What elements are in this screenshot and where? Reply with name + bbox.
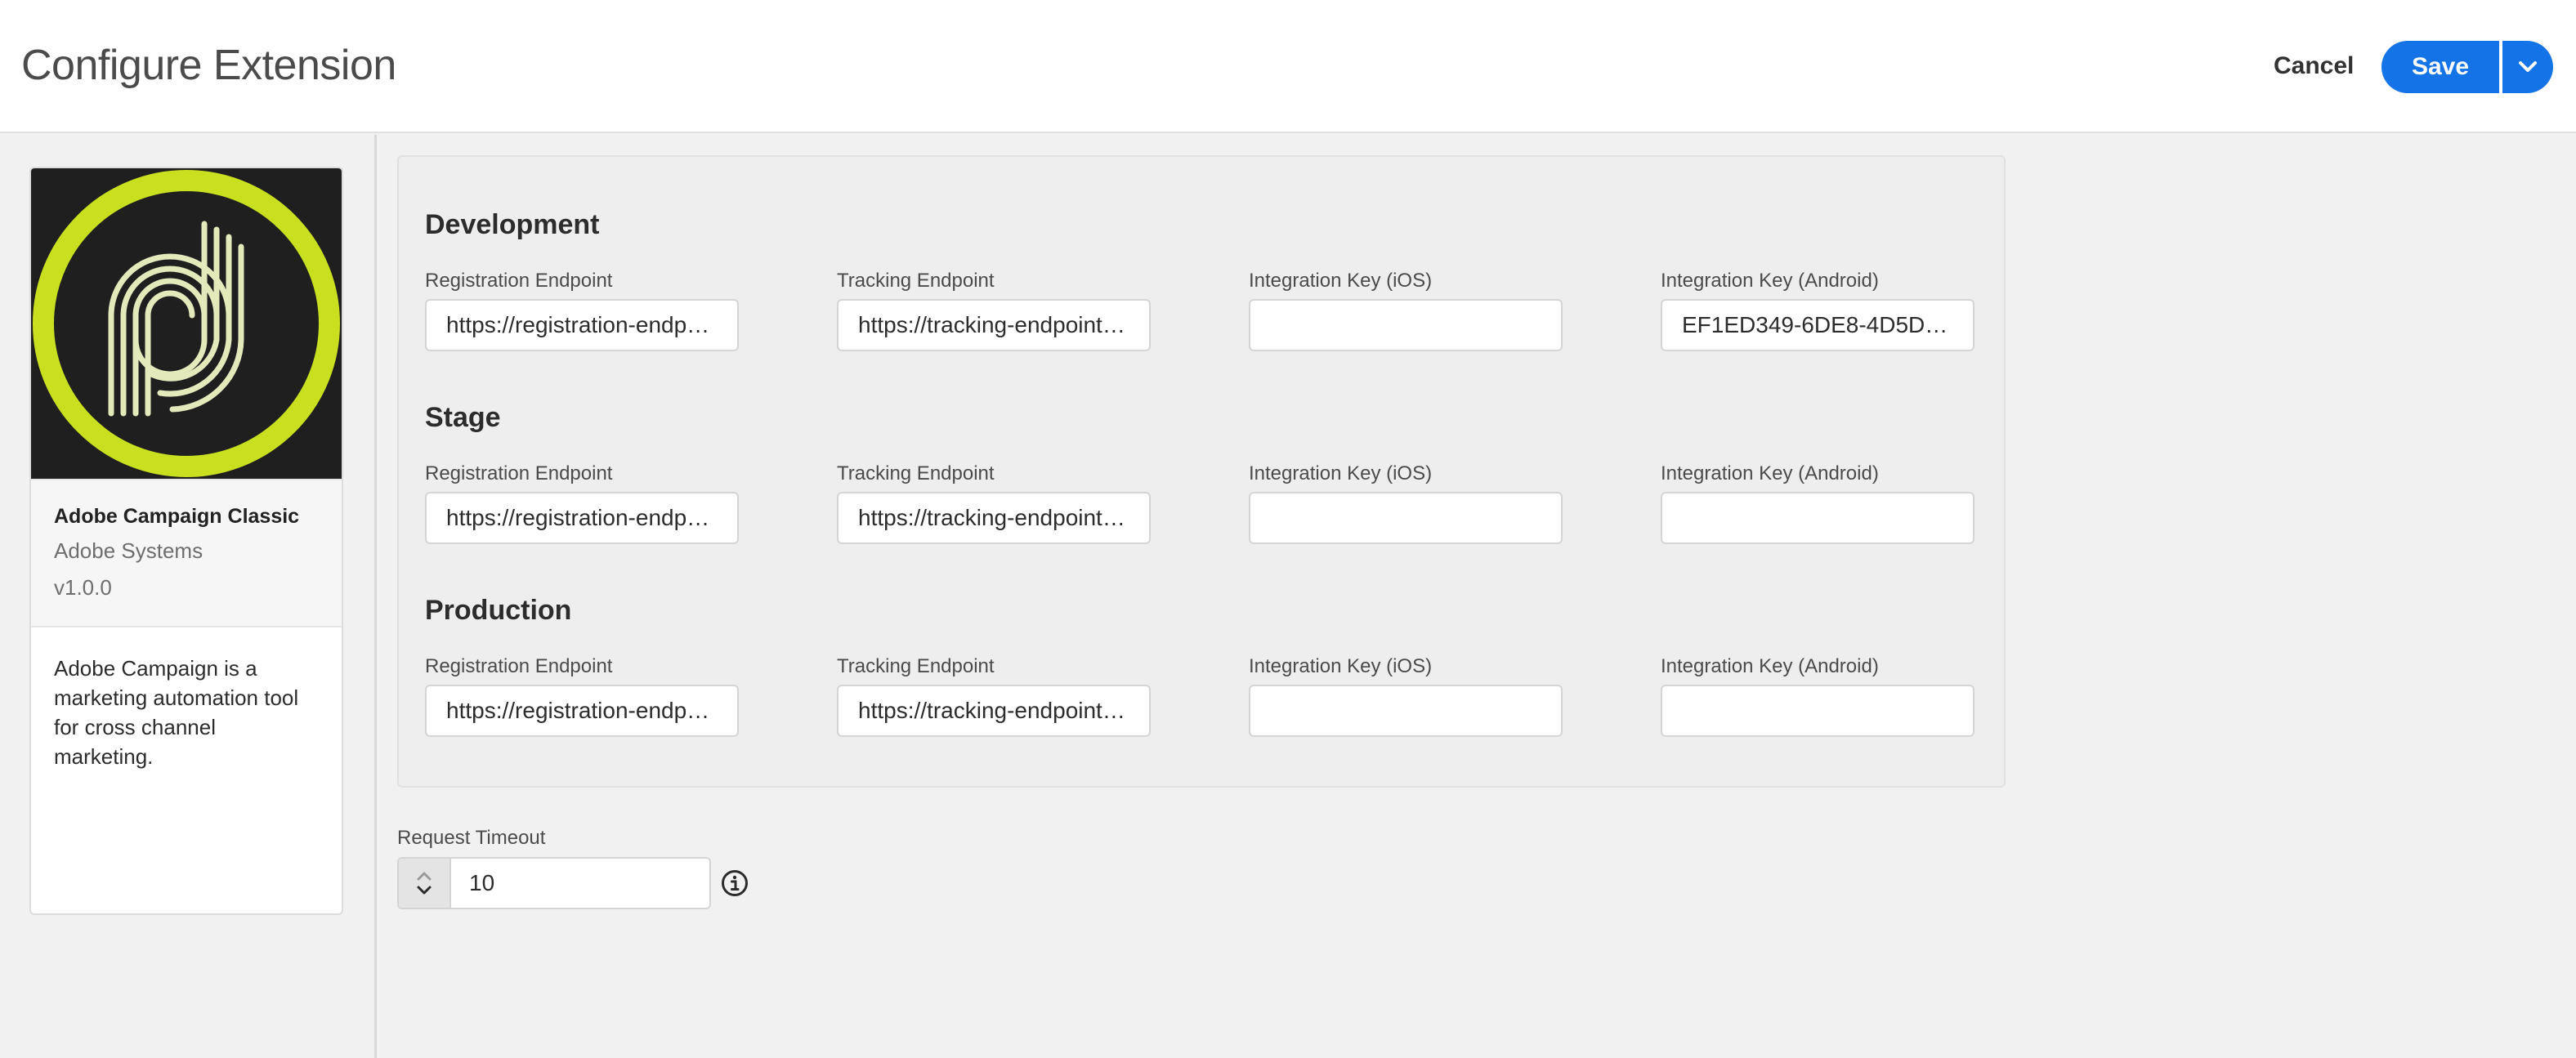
field-label: Tracking Endpoint: [837, 462, 995, 484]
stage-registration-endpoint-input[interactable]: https://registration-endpoi...: [425, 492, 739, 544]
production-tracking-endpoint-input[interactable]: https://tracking-endpoint.c...: [837, 685, 1151, 737]
save-button[interactable]: Save: [2381, 41, 2499, 93]
stage-tracking-endpoint-input[interactable]: https://tracking-endpoint.c...: [837, 492, 1151, 544]
field-label: Integration Key (iOS): [1249, 655, 1433, 677]
field-label: Tracking Endpoint: [837, 655, 995, 677]
field-label: Registration Endpoint: [425, 655, 613, 677]
extension-vendor: Adobe Systems: [54, 538, 203, 563]
production-registration-endpoint-input[interactable]: https://registration-endpoi...: [425, 685, 739, 737]
environments-panel: Development Registration Endpoint Tracki…: [397, 155, 2006, 788]
stage-integration-key-ios-input[interactable]: [1249, 492, 1563, 544]
field-label: Integration Key (Android): [1661, 462, 1879, 484]
extension-version: v1.0.0: [54, 575, 112, 600]
stage-integration-key-android-input[interactable]: [1661, 492, 1974, 544]
extension-name: Adobe Campaign Classic: [54, 505, 300, 528]
request-timeout-input[interactable]: 10: [451, 859, 709, 908]
extension-logo: [31, 168, 342, 479]
production-integration-key-android-input[interactable]: [1661, 685, 1974, 737]
field-label: Integration Key (Android): [1661, 270, 1879, 292]
section-title-development: Development: [425, 209, 600, 240]
production-integration-key-ios-input[interactable]: [1249, 685, 1563, 737]
chevron-down-icon[interactable]: [417, 886, 432, 895]
chevron-down-icon: [2519, 61, 2537, 72]
request-timeout-label: Request Timeout: [397, 827, 546, 849]
development-integration-key-android-input[interactable]: EF1ED349-6DE8-4D5D-A94...: [1661, 299, 1974, 351]
section-title-stage: Stage: [425, 402, 501, 433]
cancel-button[interactable]: Cancel: [2262, 42, 2365, 90]
field-label: Integration Key (iOS): [1249, 270, 1433, 292]
header-bar: Configure Extension Cancel Save: [0, 0, 2576, 133]
page-title: Configure Extension: [21, 42, 396, 89]
save-button-group: Save: [2381, 41, 2553, 93]
sidebar-divider: [374, 135, 377, 1058]
field-label: Registration Endpoint: [425, 270, 613, 292]
extension-description: Adobe Campaign is a marketing automation…: [54, 656, 299, 769]
chevron-up-icon[interactable]: [417, 871, 432, 881]
development-registration-endpoint-input[interactable]: https://registration-endpoi...: [425, 299, 739, 351]
field-label: Integration Key (Android): [1661, 655, 1879, 677]
field-label: Tracking Endpoint: [837, 270, 995, 292]
info-icon[interactable]: [721, 869, 749, 897]
section-title-production: Production: [425, 595, 572, 626]
save-options-button[interactable]: [2502, 41, 2553, 93]
development-integration-key-ios-input[interactable]: [1249, 299, 1563, 351]
request-timeout-stepper[interactable]: 10: [397, 857, 711, 909]
field-label: Integration Key (iOS): [1249, 462, 1433, 484]
adobe-campaign-logo-icon: [33, 170, 340, 477]
development-tracking-endpoint-input[interactable]: https://tracking-endpoint.c...: [837, 299, 1151, 351]
stepper-arrows: [399, 859, 451, 908]
extension-card: Adobe Campaign Classic Adobe Systems v1.…: [29, 167, 343, 915]
field-label: Registration Endpoint: [425, 462, 613, 484]
extension-meta: Adobe Campaign Classic Adobe Systems v1.…: [31, 479, 342, 627]
